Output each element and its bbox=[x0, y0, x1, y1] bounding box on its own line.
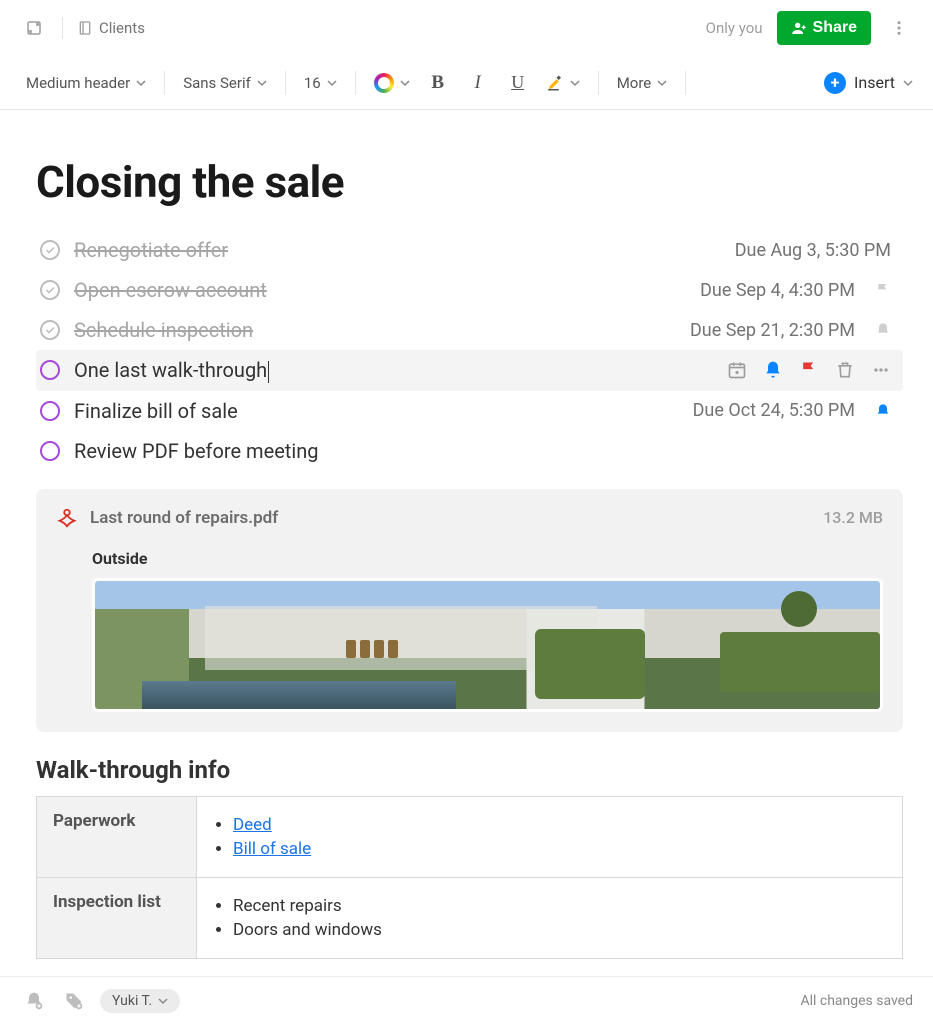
chevron-down-icon bbox=[257, 78, 267, 88]
heading-style-label: Medium header bbox=[26, 74, 130, 92]
expand-icon[interactable] bbox=[20, 14, 48, 42]
pdf-icon bbox=[56, 507, 78, 529]
more-label: More bbox=[617, 74, 652, 92]
save-status: All changes saved bbox=[800, 993, 913, 1009]
trash-icon[interactable] bbox=[835, 360, 855, 380]
share-label: Share bbox=[813, 19, 857, 37]
task-label[interactable]: Review PDF before meeting bbox=[74, 439, 319, 463]
task-label[interactable]: Finalize bill of sale bbox=[74, 399, 238, 423]
table-row-cell: Recent repairs Doors and windows bbox=[197, 877, 903, 958]
color-swatch-icon bbox=[374, 73, 394, 93]
chevron-down-icon bbox=[400, 78, 410, 88]
task-due: Due Sep 4, 4:30 PM bbox=[700, 280, 855, 301]
circle-icon[interactable] bbox=[40, 441, 60, 461]
task-label[interactable]: One last walk-through bbox=[74, 358, 269, 383]
highlighter-icon bbox=[546, 74, 564, 92]
task-row[interactable]: Open escrow account Due Sep 4, 4:30 PM bbox=[36, 270, 903, 310]
divider bbox=[355, 71, 356, 95]
section-heading: Walk-through info bbox=[36, 756, 903, 784]
info-table: Paperwork Deed Bill of sale Inspection list… bbox=[36, 796, 903, 959]
divider bbox=[685, 71, 686, 95]
task-due: Due Oct 24, 5:30 PM bbox=[693, 400, 855, 421]
attachment-preview-image bbox=[92, 578, 883, 712]
divider bbox=[62, 17, 63, 39]
chevron-down-icon bbox=[327, 78, 337, 88]
bell-icon bbox=[875, 403, 891, 419]
tag-add-icon[interactable] bbox=[60, 987, 88, 1015]
page-title[interactable]: Closing the sale bbox=[36, 156, 903, 208]
task-row[interactable]: One last walk-through bbox=[36, 350, 903, 391]
circle-icon[interactable] bbox=[40, 401, 60, 421]
task-label[interactable]: Open escrow account bbox=[74, 278, 267, 302]
task-row[interactable]: Schedule inspection Due Sep 21, 2:30 PM bbox=[36, 310, 903, 350]
attachment-section-label: Outside bbox=[92, 549, 883, 568]
share-button[interactable]: Share bbox=[777, 11, 871, 45]
person-add-icon bbox=[791, 20, 807, 36]
list-item[interactable]: Deed bbox=[233, 815, 886, 835]
attachment-block[interactable]: Last round of repairs.pdf 13.2 MB Outsid… bbox=[36, 489, 903, 732]
table-row-cell: Deed Bill of sale bbox=[197, 796, 903, 877]
attachment-filename: Last round of repairs.pdf bbox=[90, 508, 811, 528]
reminder-add-icon[interactable] bbox=[20, 987, 48, 1015]
checkmark-icon[interactable] bbox=[40, 240, 60, 260]
insert-label: Insert bbox=[854, 73, 895, 92]
chevron-down-icon bbox=[903, 78, 913, 88]
list-item: Doors and windows bbox=[233, 920, 886, 940]
underline-button[interactable]: U bbox=[500, 65, 536, 101]
insert-button[interactable]: + Insert bbox=[824, 72, 913, 94]
task-row[interactable]: Finalize bill of sale Due Oct 24, 5:30 PM bbox=[36, 391, 903, 431]
breadcrumb[interactable]: Clients bbox=[77, 19, 145, 37]
divider bbox=[598, 71, 599, 95]
divider bbox=[285, 71, 286, 95]
task-label[interactable]: Renegotiate offer bbox=[74, 238, 228, 262]
font-family-label: Sans Serif bbox=[183, 74, 251, 92]
user-chip[interactable]: Yuki T. bbox=[100, 989, 180, 1013]
checkmark-icon[interactable] bbox=[40, 320, 60, 340]
visibility-label: Only you bbox=[706, 19, 763, 37]
task-label[interactable]: Schedule inspection bbox=[74, 318, 253, 342]
breadcrumb-label: Clients bbox=[99, 19, 145, 37]
plus-circle-icon: + bbox=[824, 72, 846, 94]
attachment-filesize: 13.2 MB bbox=[823, 508, 883, 527]
bold-button[interactable]: B bbox=[420, 65, 456, 101]
list-item: Recent repairs bbox=[233, 896, 886, 916]
table-row-header: Paperwork bbox=[37, 796, 197, 877]
task-row[interactable]: Renegotiate offer Due Aug 3, 5:30 PM bbox=[36, 230, 903, 270]
highlight-select[interactable] bbox=[540, 70, 586, 96]
table-row-header: Inspection list bbox=[37, 877, 197, 958]
link[interactable]: Bill of sale bbox=[233, 839, 311, 859]
link[interactable]: Deed bbox=[233, 815, 272, 835]
calendar-add-icon[interactable] bbox=[727, 360, 747, 380]
chevron-down-icon bbox=[570, 78, 580, 88]
chevron-down-icon bbox=[657, 78, 667, 88]
circle-icon[interactable] bbox=[40, 360, 60, 380]
divider bbox=[164, 71, 165, 95]
bell-icon bbox=[875, 322, 891, 338]
table-row: Paperwork Deed Bill of sale bbox=[37, 796, 903, 877]
notebook-icon bbox=[77, 20, 93, 36]
more-icon[interactable] bbox=[871, 360, 891, 380]
task-row[interactable]: Review PDF before meeting bbox=[36, 431, 903, 471]
task-due: Due Aug 3, 5:30 PM bbox=[735, 240, 891, 261]
heading-style-select[interactable]: Medium header bbox=[20, 70, 152, 96]
chevron-down-icon bbox=[136, 78, 146, 88]
font-family-select[interactable]: Sans Serif bbox=[177, 70, 273, 96]
list-item[interactable]: Bill of sale bbox=[233, 839, 886, 859]
flag-icon[interactable] bbox=[799, 360, 819, 380]
text-color-select[interactable] bbox=[368, 69, 416, 97]
flag-icon bbox=[875, 282, 891, 298]
more-format-select[interactable]: More bbox=[611, 70, 674, 96]
task-due: Due Sep 21, 2:30 PM bbox=[690, 320, 855, 341]
bell-icon[interactable] bbox=[763, 360, 783, 380]
chevron-down-icon bbox=[158, 996, 168, 1006]
table-row: Inspection list Recent repairs Doors and w… bbox=[37, 877, 903, 958]
italic-button[interactable]: I bbox=[460, 65, 496, 101]
font-size-label: 16 bbox=[304, 74, 321, 92]
more-menu-icon[interactable] bbox=[885, 14, 913, 42]
checkmark-icon[interactable] bbox=[40, 280, 60, 300]
user-name: Yuki T. bbox=[112, 993, 152, 1009]
font-size-select[interactable]: 16 bbox=[298, 70, 343, 96]
